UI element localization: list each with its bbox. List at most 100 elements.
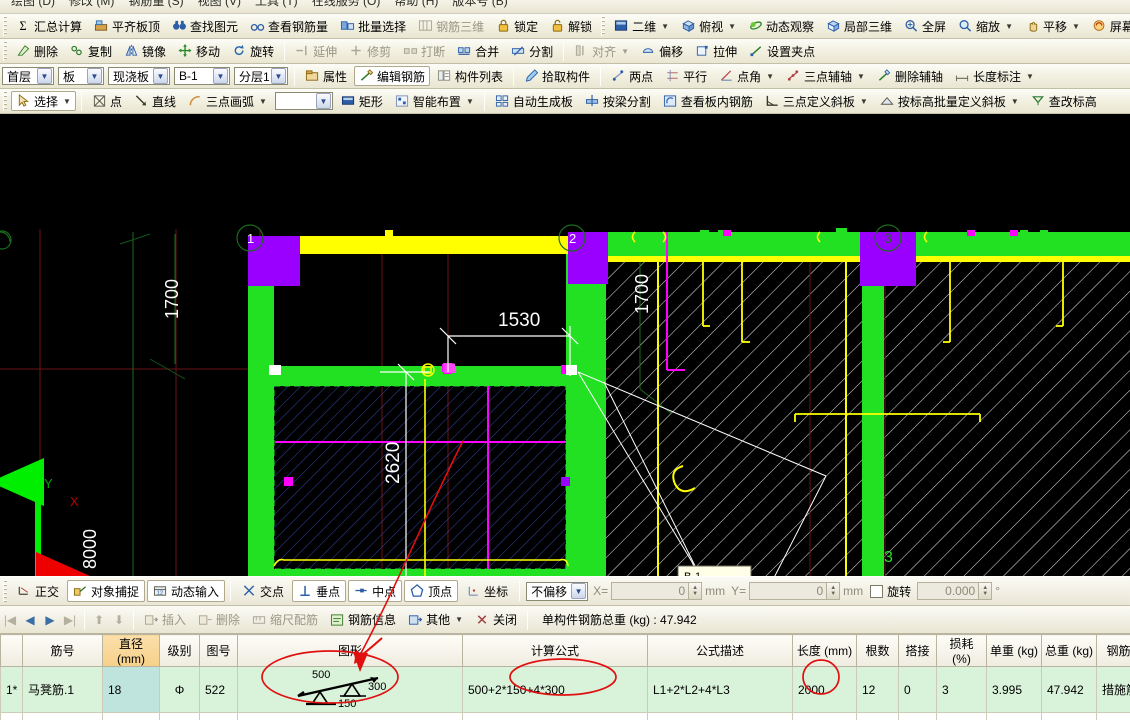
column-header-loss[interactable]: 损耗 (%): [936, 634, 987, 667]
prev-record-button[interactable]: ◀: [20, 613, 40, 627]
draw-toolbar-button-查改标高[interactable]: 查改标高: [1026, 91, 1102, 111]
modify-toolbar-button-设置夹点[interactable]: 设置夹点: [744, 41, 820, 61]
view-toolbar-button-屏幕旋转[interactable]: 屏幕旋转▼: [1087, 16, 1130, 36]
cell-length[interactable]: [792, 712, 857, 720]
column-header-rowhdr[interactable]: [0, 634, 23, 667]
cell-lap[interactable]: [898, 712, 937, 720]
toolbar-grip[interactable]: [601, 16, 606, 36]
draw-toolbar-button-三点定义斜板[interactable]: 三点定义斜板 ▼: [760, 91, 873, 111]
table-row[interactable]: 1* 马凳筋.1 18 Φ 522 500 300 150 500+2*150+4*300 L1+…: [0, 666, 1130, 713]
main-toolbar-button-查看钢筋量[interactable]: 查看钢筋量: [245, 16, 333, 36]
view-toolbar-button-缩放[interactable]: 缩放 ▼: [953, 16, 1018, 36]
cell-grade[interactable]: Φ: [159, 666, 200, 713]
view-toolbar-button-全屏[interactable]: 全屏: [899, 16, 951, 36]
chevron-down-icon[interactable]: ▼: [271, 68, 286, 84]
column-header-unit_weight[interactable]: 单重 (kg): [986, 634, 1042, 667]
draw-toolbar-button-点[interactable]: 点: [87, 91, 127, 111]
modify-toolbar-button-偏移[interactable]: 偏移: [636, 41, 688, 61]
cell-grade[interactable]: [159, 712, 200, 720]
menu-item-帮助 (H)[interactable]: 帮助 (H): [387, 0, 445, 8]
component-toolbar-button-平行[interactable]: 平行: [660, 66, 712, 86]
component-toolbar-button-点角[interactable]: 点角 ▼: [714, 66, 779, 86]
toolbar-grip[interactable]: [3, 41, 7, 61]
select-type[interactable]: 现浇板 ▼: [108, 67, 170, 85]
column-header-fig_no[interactable]: 图号: [199, 634, 238, 667]
chevron-down-icon[interactable]: ▼: [621, 47, 629, 56]
cell-formula[interactable]: 500+2*150+4*300: [462, 666, 648, 713]
row-header[interactable]: 1*: [0, 666, 23, 713]
cell-unit_weight[interactable]: [986, 712, 1042, 720]
cell-bar_no[interactable]: 马凳筋.1: [22, 666, 103, 713]
cell-diameter[interactable]: 18: [102, 666, 160, 713]
draw-toolbar-button-按梁分割[interactable]: 按梁分割: [580, 91, 656, 111]
column-header-formula[interactable]: 计算公式: [462, 634, 648, 667]
chevron-down-icon[interactable]: ▼: [860, 97, 868, 106]
cell-shape[interactable]: [237, 712, 463, 720]
menu-item-绘图 (D)[interactable]: 绘图 (D): [4, 0, 62, 8]
cell-unit_weight[interactable]: 3.995: [986, 666, 1042, 713]
chevron-down-icon[interactable]: ▼: [87, 68, 102, 84]
snap-button-垂点[interactable]: 垂点: [292, 580, 347, 602]
main-toolbar-button-查找图元[interactable]: 查找图元: [167, 16, 243, 36]
modify-toolbar-button-删除[interactable]: 删除: [11, 41, 63, 61]
snap-button-对象捕捉[interactable]: 对象捕捉: [67, 580, 146, 602]
statusbar-grip[interactable]: [3, 580, 7, 602]
first-record-button[interactable]: |◀: [0, 613, 20, 627]
cell-lap[interactable]: 0: [898, 666, 937, 713]
menu-item-版本号 (B)[interactable]: 版本号 (B): [445, 0, 514, 8]
chevron-down-icon[interactable]: ▼: [259, 97, 267, 106]
chevron-down-icon[interactable]: ▼: [63, 97, 71, 106]
arc-mode-select[interactable]: ▼: [274, 92, 333, 110]
draw-toolbar-button-直线[interactable]: 直线: [129, 91, 181, 111]
menu-item-在线服务 (O)[interactable]: 在线服务 (O): [305, 0, 388, 8]
draw-toolbar-button-选择[interactable]: 选择 ▼: [11, 91, 76, 111]
view-toolbar-button-平移[interactable]: 平移 ▼: [1020, 16, 1085, 36]
cell-formula_desc[interactable]: [647, 712, 793, 720]
component-toolbar-button-长度标注[interactable]: 长度标注 ▼: [950, 66, 1039, 86]
main-toolbar-button-解锁[interactable]: 解锁: [545, 16, 597, 36]
draw-toolbar-button-按标高批量定义斜板[interactable]: 按标高批量定义斜板 ▼: [875, 91, 1024, 111]
select-layer[interactable]: 分层1 ▼: [234, 67, 288, 85]
snap-button-动态输入[interactable]: 12 动态输入: [147, 580, 226, 602]
x-spinner[interactable]: ▲ ▼: [689, 582, 703, 600]
column-header-shape[interactable]: 图形: [237, 634, 463, 667]
column-header-category[interactable]: 钢筋归类: [1096, 634, 1130, 667]
modify-toolbar-button-镜像[interactable]: 镜像: [119, 41, 171, 61]
column-header-grade[interactable]: 级别: [159, 634, 200, 667]
chevron-down-icon[interactable]: ▼: [728, 22, 736, 31]
cell-total_weight[interactable]: 47.942: [1041, 666, 1097, 713]
select-floor[interactable]: 首层 ▼: [2, 67, 54, 85]
chevron-down-icon[interactable]: ▼: [37, 68, 52, 84]
chevron-down-icon[interactable]: ▼: [466, 97, 474, 106]
chevron-down-icon[interactable]: ▼: [1005, 22, 1013, 31]
snap-button-交点[interactable]: 交点: [236, 580, 290, 602]
menu-item-视图 (V)[interactable]: 视图 (V): [191, 0, 248, 8]
rotate-checkbox[interactable]: [870, 584, 884, 598]
x-input[interactable]: 0: [611, 582, 690, 600]
cell-diameter[interactable]: [102, 712, 160, 720]
select-category[interactable]: 板 ▼: [58, 67, 104, 85]
table-row[interactable]: 2: [0, 712, 1130, 720]
chevron-down-icon[interactable]: ▼: [1026, 72, 1034, 81]
component-toolbar-button-两点[interactable]: 两点: [606, 66, 658, 86]
modify-toolbar-button-移动[interactable]: 移动: [173, 41, 225, 61]
component-toolbar-button-构件列表[interactable]: 构件列表: [432, 66, 508, 86]
cell-loss[interactable]: 3: [936, 666, 987, 713]
modify-toolbar-button-拉伸[interactable]: 拉伸: [690, 41, 742, 61]
rebar-action-button-其他[interactable]: 其他 ▼: [403, 610, 468, 630]
cell-fig_no[interactable]: [199, 712, 238, 720]
rotate-spinner[interactable]: ▲ ▼: [979, 582, 993, 600]
cell-loss[interactable]: [936, 712, 987, 720]
column-header-length[interactable]: 长度 (mm): [792, 634, 857, 667]
menu-item-修改 (M)[interactable]: 修改 (M): [62, 0, 121, 8]
snap-button-正交[interactable]: 正交: [11, 580, 65, 602]
chevron-down-icon[interactable]: ▼: [661, 22, 669, 31]
draw-toolbar-button-自动生成板[interactable]: 自动生成板: [490, 91, 578, 111]
main-toolbar-button-锁定[interactable]: 锁定: [491, 16, 543, 36]
toolbar-grip[interactable]: [3, 91, 7, 111]
main-toolbar-button-平齐板顶[interactable]: 平齐板顶: [89, 16, 165, 36]
chevron-down-icon[interactable]: ▼: [455, 615, 463, 624]
column-header-count[interactable]: 根数: [856, 634, 899, 667]
draw-toolbar-button-查看板内钢筋[interactable]: 查看板内钢筋: [658, 91, 758, 111]
modify-toolbar-button-合并[interactable]: 合并: [452, 41, 504, 61]
